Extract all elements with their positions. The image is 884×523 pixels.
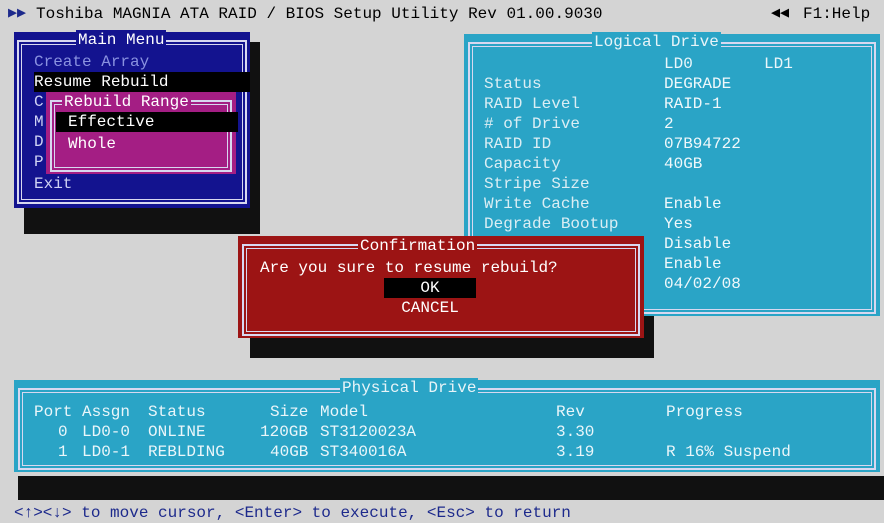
header-rev: Rev [556,403,585,421]
menu-item-resume-rebuild[interactable]: Resume Rebuild [34,72,250,92]
cancel-button[interactable]: CANCEL [384,298,476,318]
ld-value-status: DEGRADE [664,75,732,93]
row0-rev: 3.30 [556,423,595,441]
row1-progress: R 16% Suspend [666,443,791,461]
ld-value-capacity: 40GB [664,155,703,173]
rebuild-range-popup: Rebuild Range Effective Whole [46,92,238,174]
row0-port[interactable]: 0 [58,422,68,442]
confirmation-title: Confirmation [358,236,478,256]
row1-status: REBLDING [148,443,225,461]
help-hint[interactable]: F1:Help [803,4,870,24]
ok-button[interactable]: OK [384,278,476,298]
ld-label-raid-id: RAID ID [484,135,552,153]
row0-model: ST3120023A [320,423,417,441]
header-port: Port [34,403,73,421]
ld-value-degrade-bootup: Yes [664,215,693,233]
forward-arrows-icon: ▶▶ [8,5,27,22]
ld-label-drive-count: # of Drive [484,115,581,133]
ld-label-status: Status [484,75,542,93]
rebuild-option-effective[interactable]: Effective [56,112,238,132]
ld-value-row9: Disable [664,235,732,253]
row1-size: 40GB [270,443,309,461]
row1-port[interactable]: 1 [58,442,68,462]
ld-label-capacity: Capacity [484,155,561,173]
confirmation-message: Are you sure to resume rebuild? [260,259,558,277]
status-line: <↑><↓> to move cursor, <Enter> to execut… [14,504,571,522]
row1-model: ST340016A [320,443,407,461]
ld-value-raid-id: 07B94722 [664,135,741,153]
column-ld0: LD0 [664,55,693,73]
ld-label-write-cache: Write Cache [484,195,590,213]
ld-label-stripe-size: Stripe Size [484,175,590,193]
header-progress: Progress [666,403,743,421]
column-ld1: LD1 [764,55,793,73]
rebuild-range-title: Rebuild Range [62,92,191,112]
ld-value-drive-count: 2 [664,115,674,133]
ld-value-row10: Enable [664,255,722,273]
rebuild-option-whole[interactable]: Whole [56,134,238,154]
back-arrows-icon: ◀◀ [771,5,790,22]
row0-size: 120GB [260,423,309,441]
physical-drive-panel: Physical Drive Port Assgn Status Size Mo… [14,378,880,472]
menu-item-create-array[interactable]: Create Array [34,52,250,72]
bottom-shadow-strip [18,476,884,500]
app-title: Toshiba MAGNIA ATA RAID / BIOS Setup Uti… [36,5,603,23]
ld-label-raid-level: RAID Level [484,95,581,113]
logical-drive-title: Logical Drive [592,32,721,52]
header-status: Status [148,403,206,421]
ld-value-write-cache: Enable [664,195,722,213]
physical-drive-title: Physical Drive [340,378,479,398]
ld-value-raid-level: RAID-1 [664,95,722,113]
confirmation-dialog: Confirmation Are you sure to resume rebu… [238,236,644,338]
row0-status: ONLINE [148,423,206,441]
ld-label-degrade-bootup: Degrade Bootup [484,215,619,233]
main-menu-title: Main Menu [76,30,167,50]
header-model: Model [320,403,369,421]
header-assign: Assgn [82,403,131,421]
row1-rev: 3.19 [556,443,595,461]
menu-item-exit[interactable]: Exit [34,174,250,194]
row1-assign: LD0-1 [82,443,131,461]
ld-value-row11: 04/02/08 [664,275,741,293]
header-size: Size [270,403,309,421]
row0-assign: LD0-0 [82,423,131,441]
